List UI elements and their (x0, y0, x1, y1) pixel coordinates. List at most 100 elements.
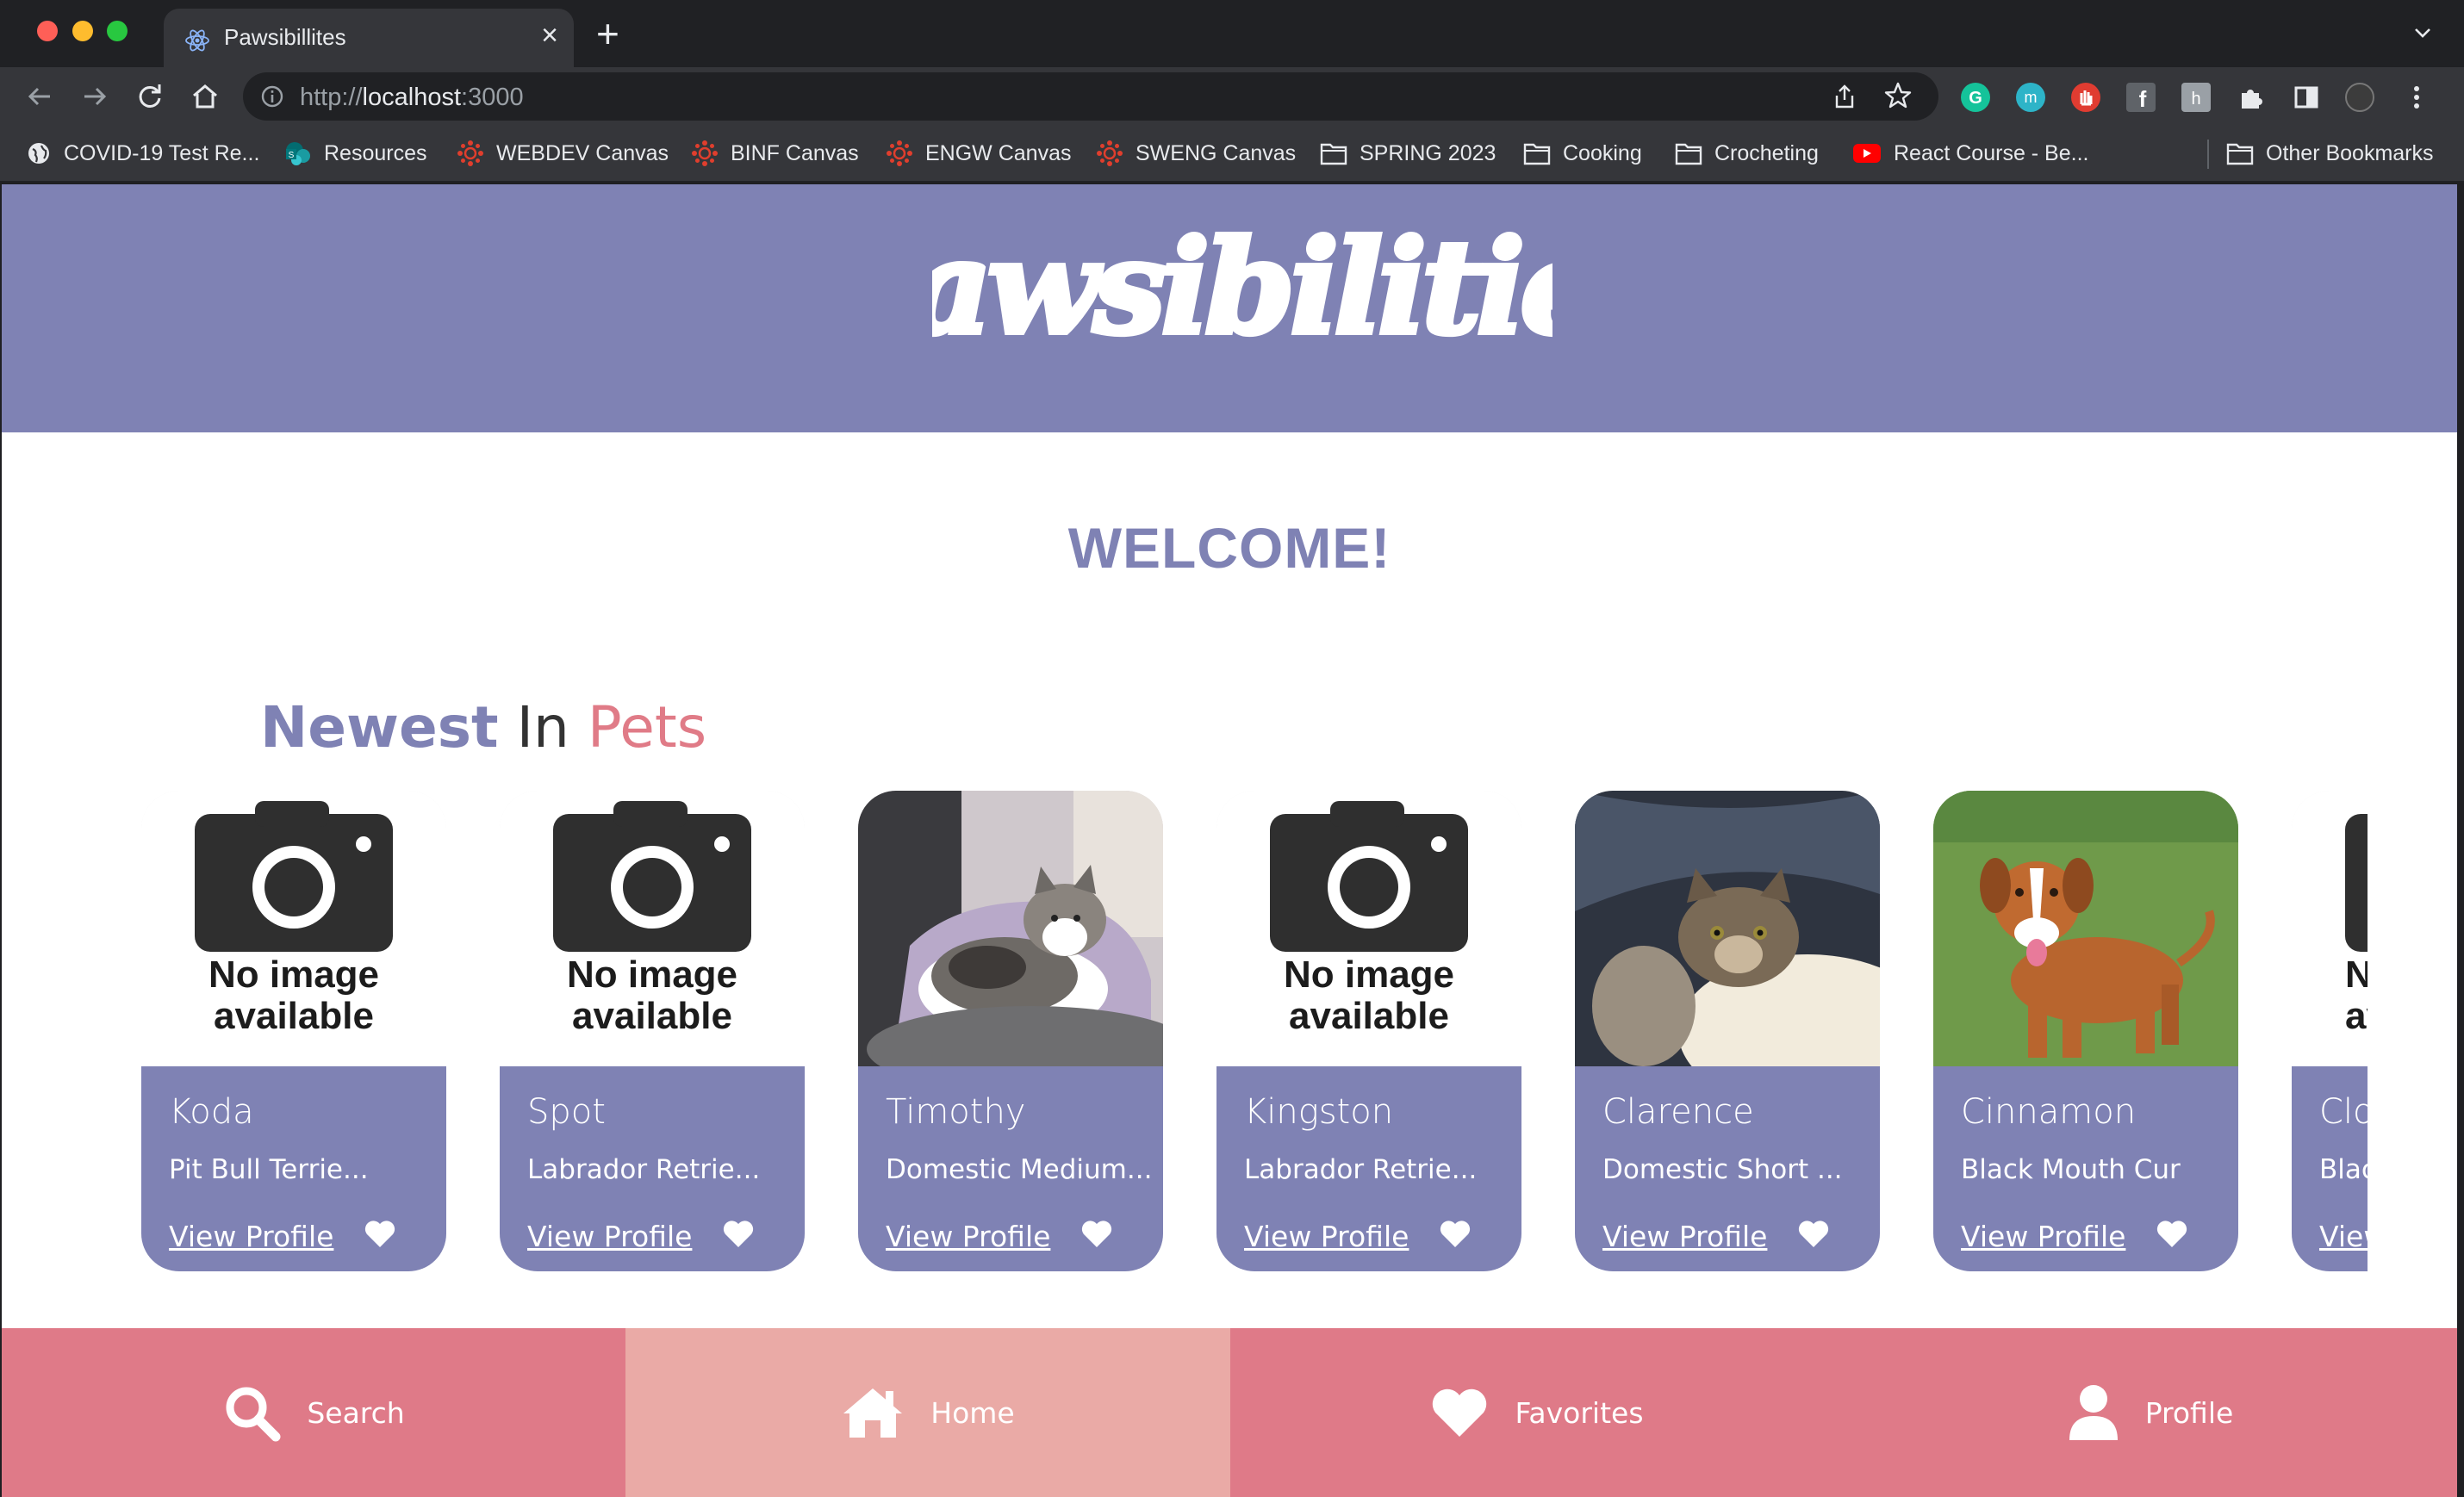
camera-icon (553, 801, 751, 952)
no-image-text: No imageavailable (2345, 953, 2368, 1037)
bookmark-star-icon[interactable] (1883, 81, 1913, 110)
bookmark-folder[interactable]: Cooking (1523, 138, 1642, 169)
pet-card[interactable]: Cinnamon Black Mouth Cur View Profile (1933, 791, 2238, 1271)
view-profile-link[interactable]: View Profile (1244, 1220, 1409, 1253)
sharepoint-icon: S (286, 142, 310, 165)
pet-breed: Domestic Medium... (886, 1154, 1153, 1185)
view-profile-link[interactable]: View Profile (886, 1220, 1050, 1253)
nav-profile[interactable]: Profile (1844, 1328, 2457, 1497)
react-icon (185, 29, 209, 52)
pet-info: Clo Blac View (2292, 1066, 2368, 1271)
maximize-window-button[interactable] (107, 21, 128, 41)
pet-name: Kingston (1244, 1092, 1394, 1132)
menu-kebab-icon[interactable] (2402, 83, 2431, 112)
pet-breed: Blac (2319, 1154, 2368, 1185)
nav-search-label: Search (307, 1395, 405, 1430)
nav-home-label: Home (930, 1395, 1015, 1430)
browser-chrome: Pawsibillites × + http://localhost:3000 … (0, 0, 2464, 183)
share-icon[interactable] (1832, 84, 1857, 109)
bookmark-item[interactable]: SWENG Canvas (1096, 138, 1296, 169)
camera-icon (1270, 801, 1468, 952)
browser-tab-active[interactable]: Pawsibillites × (164, 9, 574, 67)
no-image-placeholder: No imageavailable (500, 791, 805, 1066)
view-profile-link[interactable]: View (2319, 1220, 2368, 1253)
svg-text:S: S (289, 151, 295, 160)
no-image-placeholder: No imageavailable (1216, 791, 1521, 1066)
favorite-heart-icon[interactable] (1080, 1218, 1113, 1249)
view-profile-link[interactable]: View Profile (1961, 1220, 2125, 1253)
svg-text:f: f (2139, 86, 2147, 112)
view-profile-link[interactable]: View Profile (169, 1220, 333, 1253)
favorite-heart-icon[interactable] (364, 1218, 396, 1249)
bottom-navigation: Search Home Favorites Profile (2, 1328, 2457, 1497)
nav-home[interactable]: Home (625, 1328, 1230, 1497)
bookmark-item[interactable]: ENGW Canvas (886, 138, 1071, 169)
home-browser-icon[interactable] (190, 81, 221, 112)
home-icon (843, 1388, 903, 1438)
favorite-heart-icon[interactable] (1439, 1218, 1472, 1249)
pet-photo-cat (1575, 791, 1880, 1066)
address-bar[interactable]: http://localhost:3000 (243, 72, 1938, 121)
close-tab-icon[interactable]: × (541, 21, 558, 50)
adblock-extension-icon[interactable] (2071, 83, 2100, 112)
newest-pets-carousel[interactable]: No image available Koda Pit Bull Terrie..… (141, 791, 2368, 1273)
m-extension-icon[interactable]: m (2016, 83, 2045, 112)
canvas-icon (887, 140, 912, 166)
welcome-heading: WELCOME! (1067, 516, 1391, 580)
reload-icon[interactable] (134, 81, 165, 112)
pet-name: Clarence (1602, 1092, 1754, 1132)
pet-info: Koda Pit Bull Terrie... View Profile (141, 1066, 446, 1271)
side-panel-icon[interactable] (2292, 83, 2321, 112)
view-profile-link[interactable]: View Profile (1602, 1220, 1767, 1253)
other-bookmarks-folder[interactable]: Other Bookmarks (2226, 138, 2434, 169)
facebook-extension-icon[interactable]: f (2126, 83, 2156, 112)
pet-breed: Domestic Short ... (1602, 1154, 1843, 1185)
grammarly-extension-icon[interactable]: G (1961, 83, 1990, 112)
bookmark-folder[interactable]: SPRING 2023 (1320, 138, 1496, 169)
pet-card[interactable]: No imageavailable Clo Blac View (2292, 791, 2368, 1271)
favorite-heart-icon[interactable] (1797, 1218, 1830, 1249)
back-arrow-icon[interactable] (24, 81, 55, 112)
minimize-window-button[interactable] (72, 21, 93, 41)
youtube-icon (1853, 144, 1881, 163)
favorite-heart-icon[interactable] (722, 1218, 755, 1249)
pet-info: Spot Labrador Retrie... View Profile (500, 1066, 805, 1271)
canvas-icon (1097, 140, 1123, 166)
no-image-placeholder: No imageavailable (141, 791, 446, 1066)
nav-favorites[interactable]: Favorites (1230, 1328, 1844, 1497)
bookmark-item[interactable]: BINF Canvas (691, 138, 859, 169)
camera-icon (195, 801, 393, 952)
pet-card[interactable]: No image available Koda Pit Bull Terrie..… (141, 791, 446, 1271)
bookmark-folder[interactable]: Crocheting (1675, 138, 1819, 169)
chevron-down-icon[interactable] (2412, 22, 2433, 43)
folder-icon (1523, 143, 1551, 165)
url-text: http://localhost:3000 (300, 84, 524, 111)
pet-card[interactable]: Timothy Domestic Medium... View Profile (858, 791, 1163, 1271)
tab-strip: Pawsibillites × + (0, 0, 2464, 67)
nav-search[interactable]: Search (2, 1328, 625, 1497)
no-image-text: No imageavailable (1283, 953, 1455, 1037)
pet-card[interactable]: No image available Spot Labrador Retrie..… (500, 791, 805, 1271)
forward-arrow-icon[interactable] (79, 81, 110, 112)
section-title-word: In (516, 694, 569, 761)
pet-name: Koda (169, 1092, 254, 1132)
bookmark-item[interactable]: React Course - Be... (1852, 138, 2088, 169)
favorite-heart-icon[interactable] (2156, 1218, 2188, 1249)
pet-name: Timothy (886, 1092, 1026, 1132)
canvas-icon (692, 140, 718, 166)
bookmark-item[interactable]: COVID-19 Test Re... (26, 138, 259, 169)
bookmark-item[interactable]: S Resources (284, 138, 427, 169)
info-icon[interactable] (260, 84, 284, 109)
svg-text:h: h (2191, 90, 2200, 109)
pet-card[interactable]: Clarence Domestic Short ... View Profile (1575, 791, 1880, 1271)
svg-text:G: G (1969, 89, 1982, 108)
profile-avatar-icon[interactable] (2345, 83, 2374, 112)
puzzle-extensions-icon[interactable] (2237, 83, 2266, 112)
close-window-button[interactable] (37, 21, 58, 41)
honey-extension-icon[interactable]: h (2181, 83, 2211, 112)
new-tab-button[interactable]: + (596, 14, 619, 53)
globe-icon (28, 143, 49, 164)
pet-card[interactable]: No image available Kingston Labrador Retr… (1216, 791, 1521, 1271)
view-profile-link[interactable]: View Profile (527, 1220, 692, 1253)
bookmark-item[interactable]: WEBDEV Canvas (457, 138, 669, 169)
